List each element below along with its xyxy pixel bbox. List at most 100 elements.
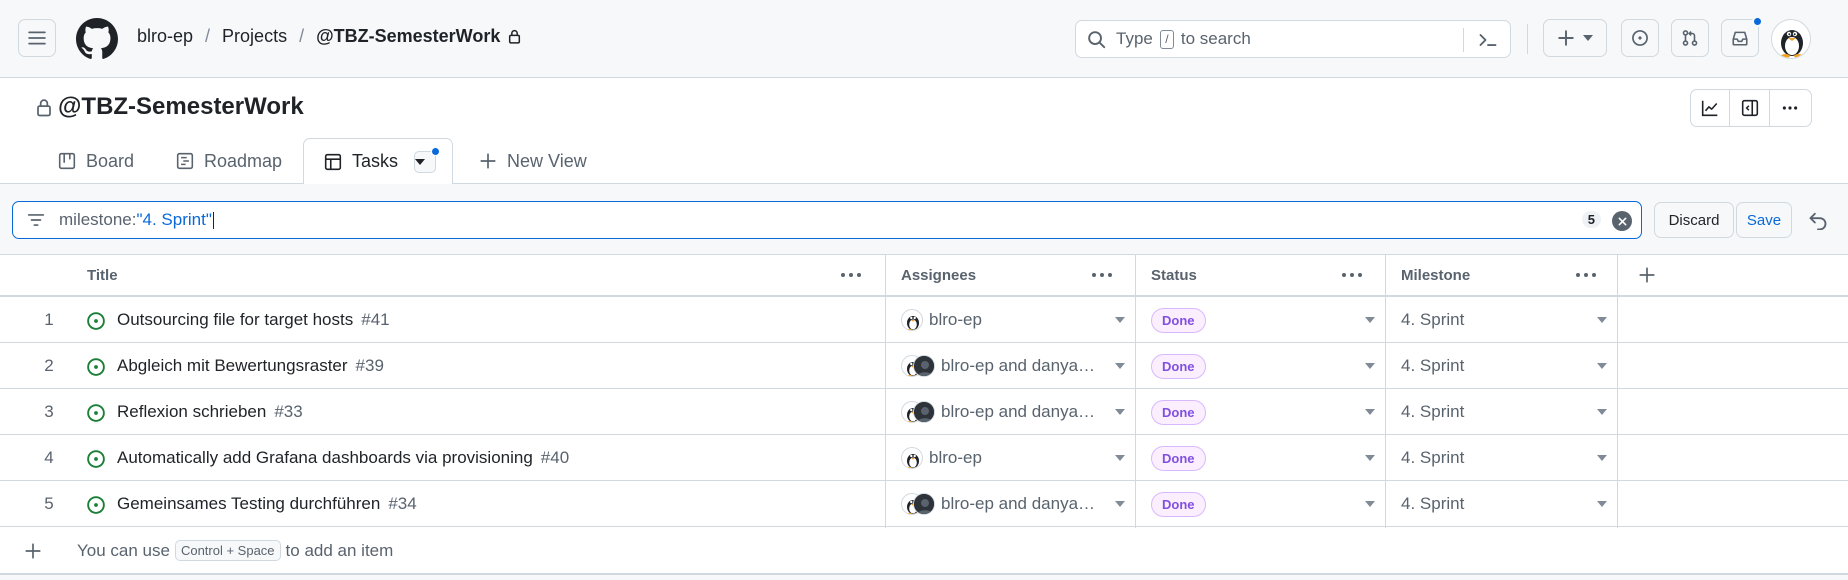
- assignees-cell[interactable]: blro-ep and danya…: [901, 493, 1101, 515]
- table-row[interactable]: 1 Outsourcing file for target hosts #41 blr…: [0, 297, 1848, 343]
- filter-icon: [27, 214, 45, 226]
- caret-down-icon: [1583, 35, 1593, 41]
- search-input[interactable]: Type / to search: [1075, 20, 1511, 58]
- command-palette-icon[interactable]: [1478, 30, 1498, 50]
- breadcrumb-project[interactable]: @TBZ-SemesterWork: [316, 26, 500, 47]
- milestone-cell[interactable]: 4. Sprint: [1401, 356, 1464, 376]
- status-badge[interactable]: Done: [1151, 400, 1206, 425]
- board-icon: [58, 152, 76, 170]
- assignees-dropdown-icon[interactable]: [1115, 363, 1125, 369]
- breadcrumb-projects[interactable]: Projects: [222, 26, 287, 47]
- status-badge[interactable]: Done: [1151, 308, 1206, 333]
- discard-button[interactable]: Discard: [1654, 202, 1734, 238]
- assignees-cell[interactable]: blro-ep: [901, 447, 1101, 469]
- assignees-cell[interactable]: blro-ep and danya…: [901, 355, 1101, 377]
- pull-requests-button[interactable]: [1671, 19, 1709, 57]
- status-dropdown-icon[interactable]: [1365, 363, 1375, 369]
- column-header-assignees[interactable]: Assignees: [901, 255, 976, 296]
- tab-tasks[interactable]: Tasks: [303, 138, 454, 184]
- roadmap-icon: [176, 152, 194, 170]
- project-more-button[interactable]: [1770, 90, 1811, 126]
- save-button[interactable]: Save: [1736, 202, 1792, 238]
- issue-title-link[interactable]: Reflexion schrieben #33: [117, 402, 303, 422]
- table-row[interactable]: 4 Automatically add Grafana dashboards vi…: [0, 435, 1848, 481]
- breadcrumb-owner[interactable]: blro-ep: [137, 26, 193, 47]
- issue-title[interactable]: Abgleich mit Bewertungsraster: [117, 356, 348, 375]
- new-view-button[interactable]: New View: [479, 139, 587, 183]
- issue-opened-icon: [87, 404, 105, 422]
- milestone-dropdown-icon[interactable]: [1597, 317, 1607, 323]
- search-divider: [1463, 28, 1464, 52]
- add-field-icon[interactable]: [1638, 266, 1656, 284]
- column-header-milestone[interactable]: Milestone: [1401, 255, 1470, 296]
- milestone-cell[interactable]: 4. Sprint: [1401, 494, 1464, 514]
- lock-icon: [37, 98, 51, 116]
- milestone-dropdown-icon[interactable]: [1597, 455, 1607, 461]
- assignee-avatar: [901, 447, 923, 469]
- tab-board[interactable]: Board: [58, 139, 134, 183]
- issue-title[interactable]: Reflexion schrieben: [117, 402, 266, 421]
- issues-button[interactable]: [1621, 19, 1659, 57]
- status-dropdown-icon[interactable]: [1365, 317, 1375, 323]
- search-shortcut-key: /: [1159, 29, 1174, 49]
- column-menu-icon[interactable]: [840, 269, 862, 281]
- status-dropdown-icon[interactable]: [1365, 409, 1375, 415]
- issue-title[interactable]: Gemeinsames Testing durchführen: [117, 494, 380, 513]
- menu-button[interactable]: [18, 19, 56, 57]
- assignees-dropdown-icon[interactable]: [1115, 501, 1125, 507]
- undo-icon[interactable]: [1808, 210, 1828, 230]
- issue-title[interactable]: Outsourcing file for target hosts: [117, 310, 353, 329]
- assignees-dropdown-icon[interactable]: [1115, 317, 1125, 323]
- filter-input[interactable]: milestone:"4. Sprint" 5: [12, 201, 1642, 239]
- column-divider: [1617, 254, 1618, 528]
- insights-button[interactable]: [1691, 90, 1731, 126]
- status-dropdown-icon[interactable]: [1365, 455, 1375, 461]
- issue-number: #40: [540, 448, 570, 467]
- milestone-cell[interactable]: 4. Sprint: [1401, 310, 1464, 330]
- pull-request-icon: [1682, 30, 1698, 46]
- assignees-cell[interactable]: blro-ep: [901, 309, 1101, 331]
- table-header: Title Assignees Status Milestone: [0, 254, 1848, 297]
- status-badge[interactable]: Done: [1151, 446, 1206, 471]
- issue-title-link[interactable]: Outsourcing file for target hosts #41: [117, 310, 390, 330]
- milestone-dropdown-icon[interactable]: [1597, 363, 1607, 369]
- user-avatar[interactable]: [1771, 19, 1811, 59]
- add-item-row[interactable]: You can use Control + Space to add an it…: [0, 528, 1848, 574]
- column-header-title[interactable]: Title: [87, 255, 118, 296]
- project-title-text[interactable]: @TBZ-SemesterWork: [58, 93, 304, 121]
- tab-roadmap[interactable]: Roadmap: [176, 139, 282, 183]
- plus-icon[interactable]: [24, 542, 42, 560]
- table-row[interactable]: 5 Gemeinsames Testing durchführen #34 blro-…: [0, 481, 1848, 527]
- create-new-button[interactable]: [1543, 19, 1607, 57]
- column-menu-icon[interactable]: [1091, 269, 1113, 281]
- unsaved-changes-dot: [431, 146, 441, 156]
- assignees-cell[interactable]: blro-ep and danya…: [901, 401, 1101, 423]
- clear-filter-button[interactable]: [1612, 211, 1632, 231]
- column-header-status[interactable]: Status: [1151, 255, 1197, 296]
- milestone-cell[interactable]: 4. Sprint: [1401, 448, 1464, 468]
- sidebar-expand-icon: [1741, 99, 1758, 117]
- table-row[interactable]: 3 Reflexion schrieben #33 blro-ep and danya…: [0, 389, 1848, 435]
- kebab-horizontal-icon: [1783, 106, 1798, 110]
- view-options-button[interactable]: [414, 146, 441, 173]
- column-menu-icon[interactable]: [1575, 269, 1597, 281]
- plus-icon: [480, 153, 496, 169]
- github-logo-icon[interactable]: [76, 18, 118, 60]
- project-details-button[interactable]: [1730, 90, 1770, 126]
- assignees-dropdown-icon[interactable]: [1115, 455, 1125, 461]
- issue-title-link[interactable]: Gemeinsames Testing durchführen #34: [117, 494, 417, 514]
- issue-title-link[interactable]: Abgleich mit Bewertungsraster #39: [117, 356, 384, 376]
- row-number: 2: [44, 356, 54, 375]
- status-badge[interactable]: Done: [1151, 354, 1206, 379]
- filter-query: milestone:"4. Sprint": [59, 210, 214, 230]
- milestone-dropdown-icon[interactable]: [1597, 409, 1607, 415]
- assignees-dropdown-icon[interactable]: [1115, 409, 1125, 415]
- milestone-cell[interactable]: 4. Sprint: [1401, 402, 1464, 422]
- status-badge[interactable]: Done: [1151, 492, 1206, 517]
- issue-title-link[interactable]: Automatically add Grafana dashboards via…: [117, 448, 569, 468]
- issue-title[interactable]: Automatically add Grafana dashboards via…: [117, 448, 533, 467]
- column-menu-icon[interactable]: [1341, 269, 1363, 281]
- table-row[interactable]: 2 Abgleich mit Bewertungsraster #39 blro-ep…: [0, 343, 1848, 389]
- milestone-dropdown-icon[interactable]: [1597, 501, 1607, 507]
- status-dropdown-icon[interactable]: [1365, 501, 1375, 507]
